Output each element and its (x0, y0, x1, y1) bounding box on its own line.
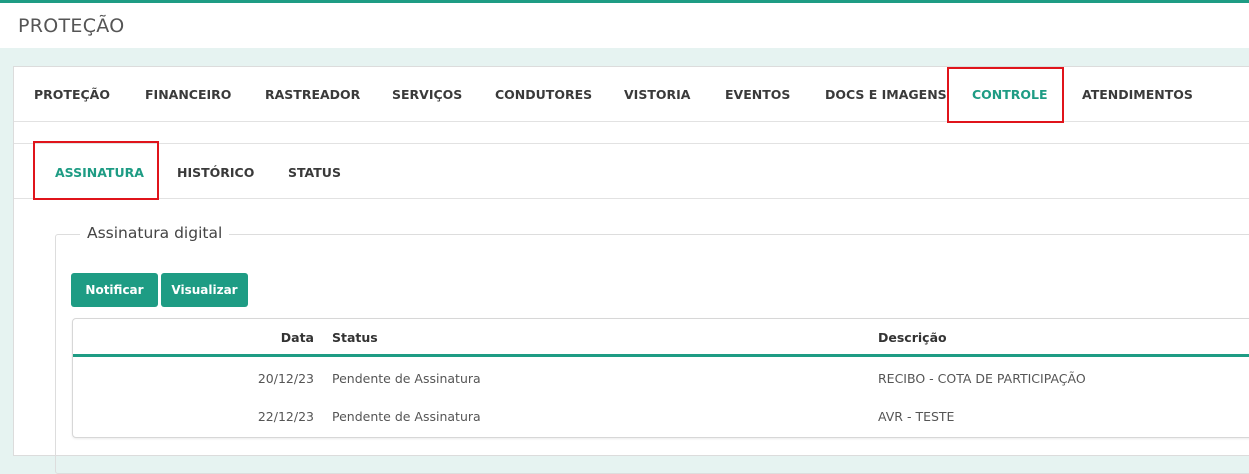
top-header-bar: PROTEÇÃO (0, 0, 1249, 48)
column-header-date[interactable]: Data (73, 330, 314, 345)
column-header-description[interactable]: Descrição (878, 330, 947, 345)
subtab-historico[interactable]: HISTÓRICO (177, 144, 254, 200)
tab-atendimentos[interactable]: ATENDIMENTOS (1082, 67, 1193, 122)
tab-financeiro[interactable]: FINANCEIRO (145, 67, 231, 122)
tab-rastreador[interactable]: RASTREADOR (265, 67, 360, 122)
row-description: RECIBO - COTA DE PARTICIPAÇÃO (878, 371, 1086, 386)
tab-servicos[interactable]: SERVIÇOS (392, 67, 462, 122)
page-title: PROTEÇÃO (18, 15, 125, 37)
tab-docs-e-imagens[interactable]: DOCS E IMAGENS (825, 67, 947, 122)
assinatura-tab-highlight (33, 141, 159, 200)
notify-button[interactable]: Notificar (71, 273, 158, 307)
tab-protecao[interactable]: PROTEÇÃO (34, 67, 110, 122)
tab-eventos[interactable]: EVENTOS (725, 67, 790, 122)
signature-table: Data Status Descrição 20/12/23 Pendente … (72, 318, 1249, 438)
row-date: 22/12/23 (257, 409, 314, 424)
subtab-status[interactable]: STATUS (288, 144, 341, 200)
view-button[interactable]: Visualizar (161, 273, 248, 307)
table-row[interactable]: 22/12/23 Pendente de Assinatura AVR - TE… (73, 398, 1249, 436)
tab-condutores[interactable]: CONDUTORES (495, 67, 592, 122)
sub-tab-bar: ASSINATURA HISTÓRICO STATUS (14, 143, 1249, 199)
tab-vistoria[interactable]: VISTORIA (624, 67, 690, 122)
row-status: Pendente de Assinatura (332, 409, 481, 424)
column-header-status[interactable]: Status (332, 330, 378, 345)
section-legend: Assinatura digital (80, 224, 230, 242)
row-status: Pendente de Assinatura (332, 371, 481, 386)
table-header: Data Status Descrição (73, 319, 1249, 357)
table-row[interactable]: 20/12/23 Pendente de Assinatura RECIBO -… (73, 360, 1249, 398)
controle-tab-highlight (947, 67, 1064, 123)
row-description: AVR - TESTE (878, 409, 955, 424)
row-date: 20/12/23 (257, 371, 314, 386)
main-card: PROTEÇÃO FINANCEIRO RASTREADOR SERVIÇOS … (13, 66, 1249, 474)
